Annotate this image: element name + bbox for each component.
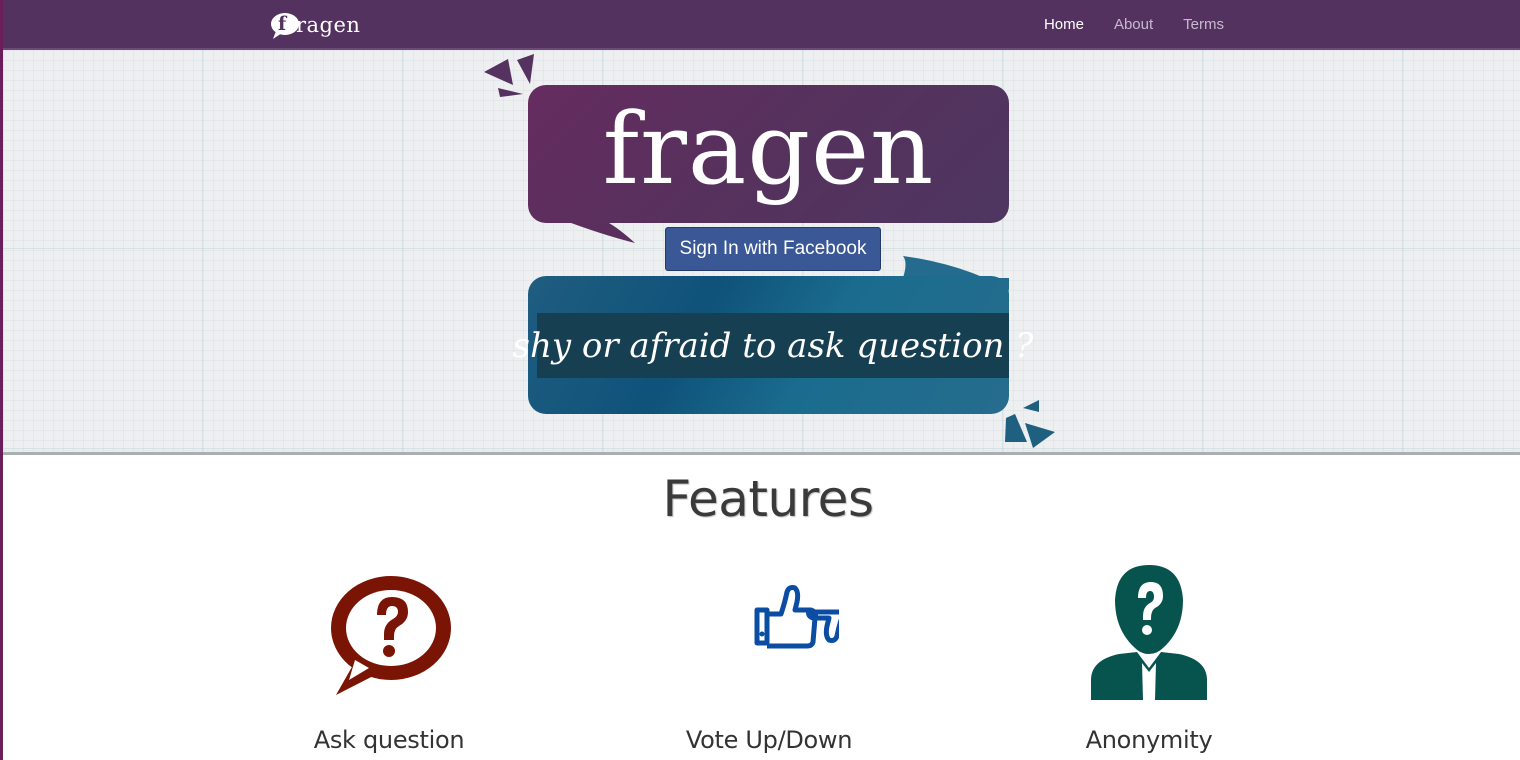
page: f ragen Home About Terms fragen shy or a… — [0, 0, 1520, 760]
hero-tagline: shy or afraid to ask question ? — [512, 325, 1034, 366]
question-speech-bubble-icon — [331, 576, 451, 695]
hero-section: fragen shy or afraid to ask question ? S… — [3, 50, 1520, 455]
feature-anonymity: Anonymity — [1029, 560, 1269, 754]
brand-name: ragen — [296, 13, 361, 37]
feature-ask-label: Ask question — [313, 726, 465, 754]
features-heading: Features — [662, 470, 875, 528]
facebook-signin-button[interactable]: Sign In with Facebook — [665, 227, 881, 271]
speech-bubble-icon: f — [270, 12, 300, 39]
nav-links: Home About Terms — [1014, 0, 1224, 48]
nav-home-link[interactable]: Home — [1044, 16, 1084, 33]
hero-logo-text: fragen — [602, 93, 935, 207]
brand-initial: f — [278, 13, 287, 35]
nav-about-link[interactable]: About — [1114, 16, 1153, 33]
tagline-box: shy or afraid to ask question ? — [513, 313, 1033, 378]
nav-terms-link[interactable]: Terms — [1183, 16, 1224, 33]
feature-ask-question: Ask question — [269, 560, 509, 754]
brand-logo[interactable]: f ragen — [270, 8, 360, 42]
navbar: f ragen Home About Terms — [3, 0, 1520, 50]
feature-vote: Vote Up/Down — [649, 560, 889, 754]
thumbs-up-down-icon — [754, 585, 839, 649]
feature-vote-label: Vote Up/Down — [685, 726, 853, 754]
feature-anonymity-label: Anonymity — [1085, 726, 1213, 754]
logo-speech-bubble: fragen — [528, 85, 1009, 223]
anonymous-person-icon — [1091, 565, 1207, 700]
